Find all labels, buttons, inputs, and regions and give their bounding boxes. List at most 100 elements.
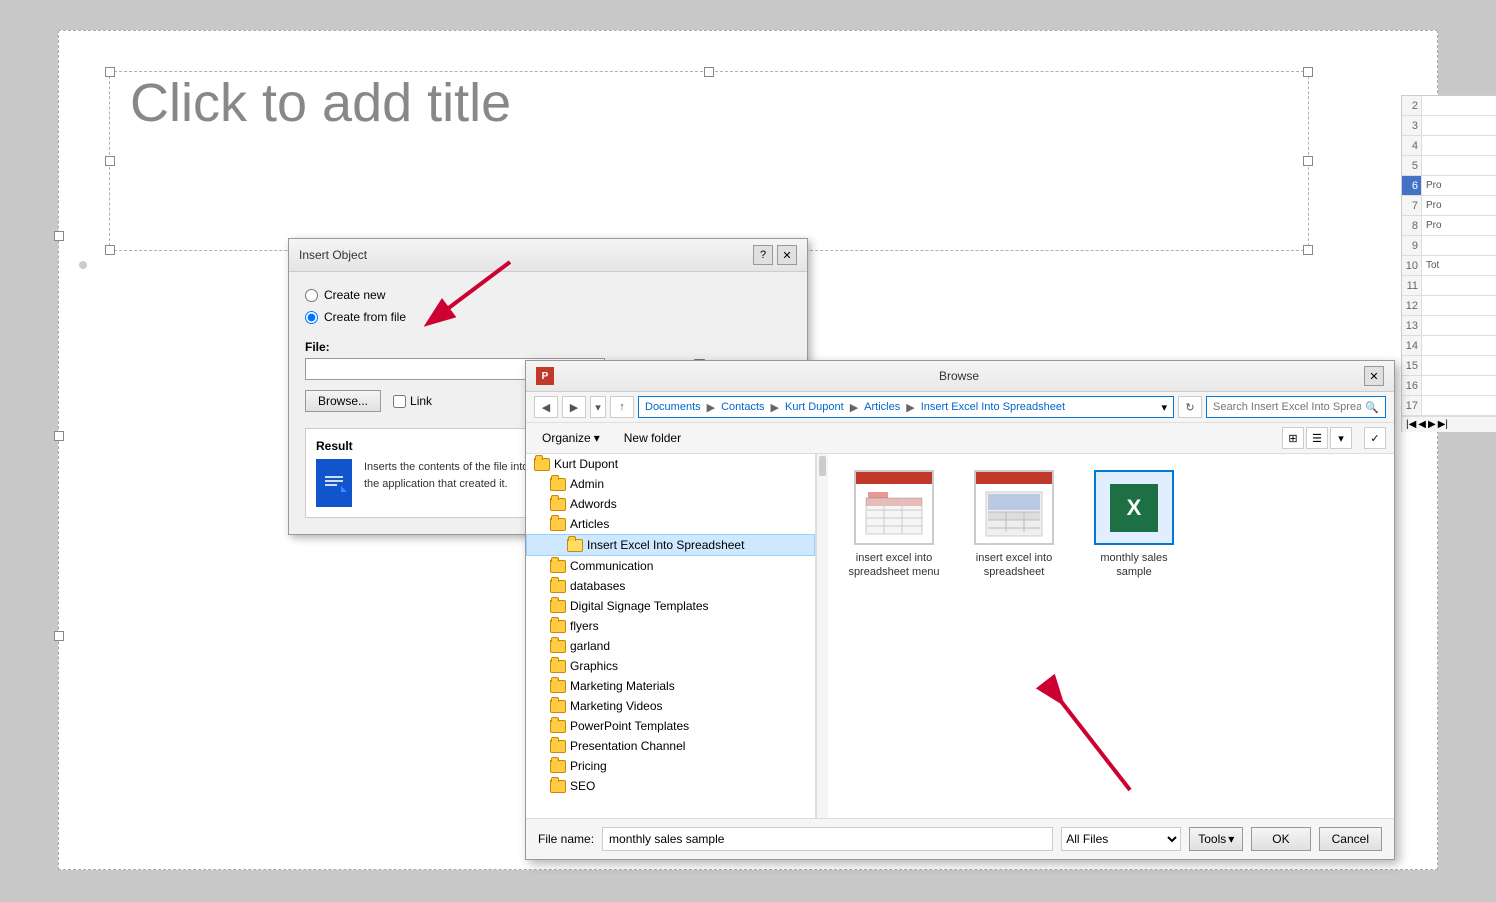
folder-icon-marketing-videos [550, 700, 566, 713]
tree-label-digital-signage: Digital Signage Templates [570, 599, 709, 613]
address-dropdown-btn[interactable]: ▾ [1161, 401, 1167, 414]
folder-icon-marketing-materials [550, 680, 566, 693]
tree-item-kurt-dupont[interactable]: Kurt Dupont [526, 454, 815, 474]
sp-row-10: 10 Tot [1402, 256, 1496, 276]
sp-num-14: 14 [1402, 336, 1422, 355]
breadcrumb-articles[interactable]: Articles [864, 401, 900, 413]
search-box: 🔍 [1206, 396, 1386, 418]
create-new-radio[interactable] [305, 289, 318, 302]
sp-next-btn[interactable]: ▶ [1428, 419, 1436, 430]
ok-button[interactable]: OK [1251, 827, 1310, 851]
sp-num-9: 9 [1402, 236, 1422, 255]
sp-cell-7: Pro [1422, 200, 1442, 211]
link-checkbox[interactable] [393, 395, 406, 408]
breadcrumb-kurt[interactable]: Kurt Dupont [785, 401, 844, 413]
close-button[interactable]: ✕ [777, 245, 797, 265]
back-button[interactable]: ◀ [534, 396, 558, 418]
view-large-icons-button[interactable]: ⊞ [1282, 427, 1304, 449]
tree-item-graphics[interactable]: Graphics [526, 656, 815, 676]
organize-button[interactable]: Organize ▾ [534, 428, 608, 448]
sp-row-13: 13 [1402, 316, 1496, 336]
tree-label-garland: garland [570, 639, 610, 653]
toolbar-extra[interactable]: ✓ [1364, 427, 1386, 449]
filetype-select[interactable]: All Files [1061, 827, 1181, 851]
insert-object-title: Insert Object [299, 248, 367, 262]
view-dropdown-button[interactable]: ▾ [1330, 427, 1352, 449]
create-from-file-radio[interactable] [305, 311, 318, 324]
breadcrumb-contacts[interactable]: Contacts [721, 401, 764, 413]
sp-row-8: 8 Pro [1402, 216, 1496, 236]
search-input[interactable] [1213, 401, 1361, 413]
tree-item-marketing-videos[interactable]: Marketing Videos [526, 696, 815, 716]
sp-num-15: 15 [1402, 356, 1422, 375]
tree-label-marketing-videos: Marketing Videos [570, 699, 663, 713]
folder-icon-databases [550, 580, 566, 593]
tree-item-databases[interactable]: databases [526, 576, 815, 596]
file-name-2: insert excel into spreadsheet [964, 551, 1064, 580]
cancel-button[interactable]: Cancel [1319, 827, 1382, 851]
tree-item-seo[interactable]: SEO [526, 776, 815, 796]
view-buttons: ⊞ ☰ ▾ [1282, 427, 1352, 449]
tree-item-communication[interactable]: Communication [526, 556, 815, 576]
sp-num-2: 2 [1402, 96, 1422, 115]
tree-item-digital-signage[interactable]: Digital Signage Templates [526, 596, 815, 616]
sp-last-btn[interactable]: ▶| [1438, 419, 1448, 430]
slide-title-text: Click to add title [110, 43, 531, 163]
tree-item-marketing-materials[interactable]: Marketing Materials [526, 676, 815, 696]
up-button[interactable]: ↑ [610, 396, 634, 418]
file-thumb-3: X [1094, 470, 1174, 545]
forward-button[interactable]: ▶ [562, 396, 586, 418]
view-details-button[interactable]: ☰ [1306, 427, 1328, 449]
sp-num-11: 11 [1402, 276, 1422, 295]
filename-label: File name: [538, 832, 594, 846]
spreadsheet-panel: 2 3 4 5 6 Pro 7 Pro 8 Pro 9 10 Tot 11 12 [1401, 95, 1496, 432]
tree-label-communication: Communication [570, 559, 653, 573]
sp-num-6: 6 [1402, 176, 1422, 195]
help-button[interactable]: ? [753, 245, 773, 265]
folder-icon-admin [550, 478, 566, 491]
tree-label-flyers: flyers [570, 619, 599, 633]
tree-scrollbar[interactable] [816, 454, 828, 818]
tree-item-adwords[interactable]: Adwords [526, 494, 815, 514]
tools-button[interactable]: Tools ▾ [1189, 827, 1243, 851]
sp-num-4: 4 [1402, 136, 1422, 155]
sp-num-16: 16 [1402, 376, 1422, 395]
tree-item-garland[interactable]: garland [526, 636, 815, 656]
tree-item-powerpoint-templates[interactable]: PowerPoint Templates [526, 716, 815, 736]
refresh-button[interactable]: ↻ [1178, 396, 1202, 418]
slide-title-placeholder[interactable]: Click to add title [109, 71, 1309, 251]
result-icon [316, 459, 352, 507]
tree-item-presentation-channel[interactable]: Presentation Channel [526, 736, 815, 756]
tree-label-admin: Admin [570, 477, 604, 491]
file-item-1[interactable]: insert excel into spreadsheet menu [844, 470, 944, 580]
folder-icon-seo [550, 780, 566, 793]
sp-row-2: 2 [1402, 96, 1496, 116]
dropdown-button[interactable]: ▾ [590, 396, 606, 418]
breadcrumb-insert-excel[interactable]: Insert Excel Into Spreadsheet [921, 401, 1065, 413]
tree-item-insert-excel[interactable]: Insert Excel Into Spreadsheet [526, 534, 815, 556]
search-icon: 🔍 [1365, 401, 1379, 414]
file-item-2[interactable]: insert excel into spreadsheet [964, 470, 1064, 580]
tree-item-flyers[interactable]: flyers [526, 616, 815, 636]
new-folder-button[interactable]: New folder [616, 428, 689, 448]
tree-label-marketing-materials: Marketing Materials [570, 679, 675, 693]
filename-input[interactable] [602, 827, 1053, 851]
sp-prev-btn[interactable]: ◀ [1418, 419, 1426, 430]
tree-item-pricing[interactable]: Pricing [526, 756, 815, 776]
browse-button[interactable]: Browse... [305, 390, 381, 412]
file-item-3[interactable]: X monthly sales sample [1084, 470, 1184, 580]
sp-row-3: 3 [1402, 116, 1496, 136]
create-from-file-radio-row: Create from file [305, 310, 791, 324]
breadcrumb-documents[interactable]: Documents [645, 401, 701, 413]
sp-first-btn[interactable]: |◀ [1406, 419, 1416, 430]
sp-row-17: 17 [1402, 396, 1496, 416]
browse-close-button[interactable]: ✕ [1364, 366, 1384, 386]
tree-item-articles[interactable]: Articles [526, 514, 815, 534]
sp-cell-10: Tot [1422, 260, 1439, 271]
create-new-label: Create new [324, 288, 385, 302]
dialog-controls: ? ✕ [753, 245, 797, 265]
sp-row-14: 14 [1402, 336, 1496, 356]
tree-item-admin[interactable]: Admin [526, 474, 815, 494]
folder-icon-graphics [550, 660, 566, 673]
insert-object-titlebar: Insert Object ? ✕ [289, 239, 807, 272]
